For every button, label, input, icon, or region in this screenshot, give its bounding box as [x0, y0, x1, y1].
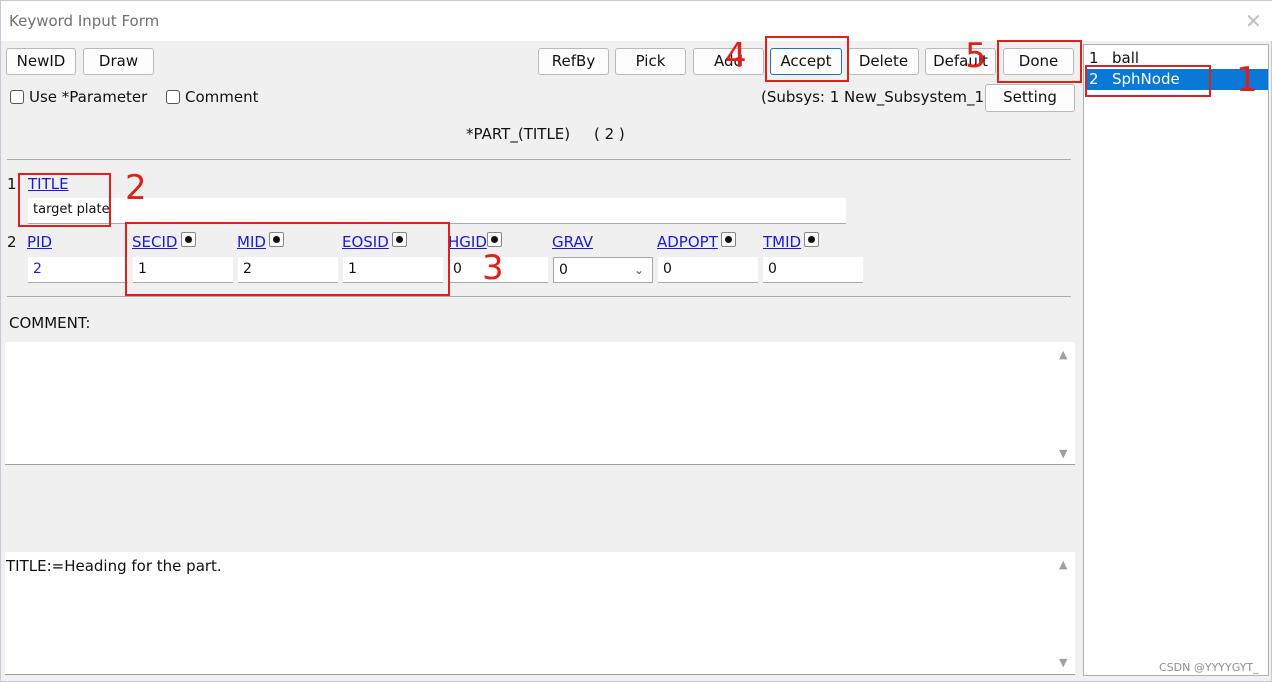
part-list: 1 ball 2 SphNode	[1083, 44, 1269, 676]
keyword-heading: *PART_(TITLE) ( 2 )	[466, 125, 625, 143]
annotation-number-5: 5	[965, 36, 987, 76]
close-icon[interactable]: ✕	[1245, 9, 1262, 33]
keyword-input-form-window: Keyword Input Form ✕ NewID Draw RefBy Pi…	[0, 0, 1272, 682]
annotation-box-3	[125, 222, 450, 296]
delete-button[interactable]: Delete	[848, 48, 919, 75]
adpopt-pick-icon[interactable]	[721, 232, 736, 247]
help-scrollbar[interactable]: ▲ ▼	[1057, 554, 1073, 672]
comment-scrollbar[interactable]: ▲ ▼	[1057, 344, 1073, 462]
tmid-input[interactable]: 0	[763, 257, 863, 283]
annotation-number-2: 2	[125, 168, 147, 208]
card-2-index: 2	[7, 233, 17, 251]
pid-label[interactable]: PID	[27, 233, 52, 251]
pick-button[interactable]: Pick	[615, 48, 686, 75]
grav-select-value: 0	[559, 262, 568, 278]
comment-checkbox[interactable]	[166, 90, 180, 104]
scroll-up-icon[interactable]: ▲	[1059, 348, 1067, 361]
annotation-number-4: 4	[725, 36, 747, 76]
annotation-box-1	[1085, 65, 1211, 97]
tmid-label[interactable]: TMID	[763, 233, 801, 251]
help-text: TITLE:=Heading for the part.	[6, 557, 222, 575]
scroll-up-icon[interactable]: ▲	[1059, 558, 1067, 571]
annotation-box-5	[997, 40, 1082, 83]
setting-button[interactable]: Setting	[985, 84, 1075, 112]
subsystem-label: (Subsys: 1 New_Subsystem_1)	[761, 88, 990, 106]
use-parameter-label: Use *Parameter	[29, 88, 148, 106]
chevron-down-icon: ⌄	[634, 263, 645, 277]
annotation-number-3: 3	[482, 248, 504, 288]
annotation-number-1: 1	[1236, 60, 1258, 100]
title-bar: Keyword Input Form ✕	[1, 1, 1272, 41]
hgid-pick-icon[interactable]	[487, 232, 502, 247]
pid-input[interactable]: 2	[28, 257, 128, 283]
comment-label: COMMENT:	[9, 314, 91, 332]
grav-label[interactable]: GRAV	[552, 233, 593, 251]
adpopt-input[interactable]: 0	[658, 257, 758, 283]
comment-checkbox-label: Comment	[185, 88, 259, 106]
refby-button[interactable]: RefBy	[538, 48, 609, 75]
annotation-box-2	[18, 173, 111, 227]
title-input[interactable]: target plate	[28, 198, 846, 224]
scroll-down-icon[interactable]: ▼	[1059, 447, 1067, 460]
window-title: Keyword Input Form	[9, 12, 160, 30]
comment-textarea[interactable]	[5, 342, 1075, 465]
use-parameter-checkbox[interactable]	[10, 90, 24, 104]
separator-bottom	[7, 296, 1071, 297]
help-textarea: TITLE:=Heading for the part.	[5, 552, 1075, 675]
separator-top	[7, 159, 1071, 160]
watermark: CSDN @YYYYGYT_	[1159, 661, 1259, 674]
draw-button[interactable]: Draw	[83, 48, 154, 75]
grav-select[interactable]: 0 ⌄	[553, 257, 653, 283]
scroll-down-icon[interactable]: ▼	[1059, 656, 1067, 669]
newid-button[interactable]: NewID	[6, 48, 76, 75]
annotation-box-4	[765, 36, 849, 82]
adpopt-label[interactable]: ADPOPT	[657, 233, 718, 251]
tmid-pick-icon[interactable]	[804, 232, 819, 247]
card-1-index: 1	[7, 175, 17, 193]
